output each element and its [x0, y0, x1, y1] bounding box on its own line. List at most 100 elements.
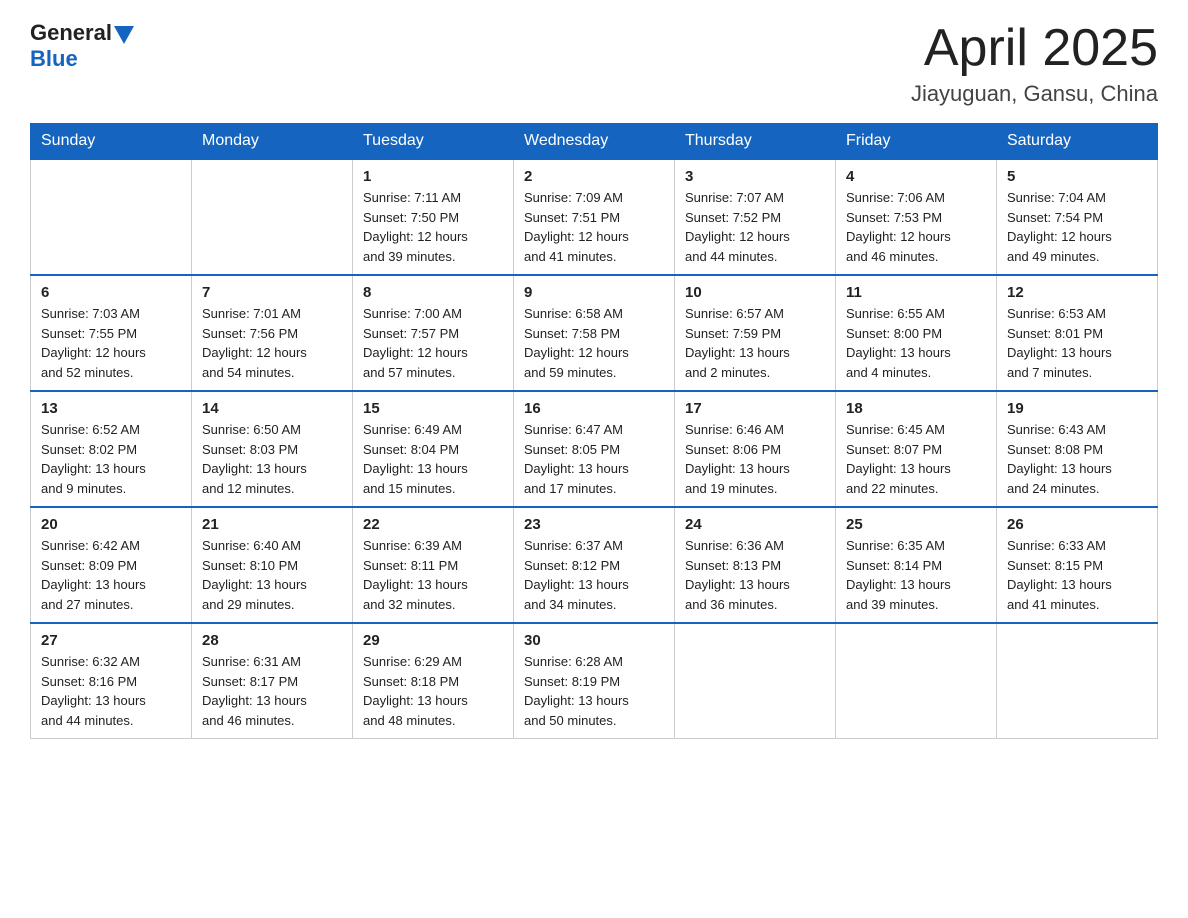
location-title: Jiayuguan, Gansu, China [911, 81, 1158, 107]
day-number: 28 [202, 632, 342, 649]
day-number: 14 [202, 400, 342, 417]
calendar-cell: 22 Sunrise: 6:39 AM Sunset: 8:11 PM Dayli… [353, 507, 514, 623]
day-info: Sunrise: 6:46 AM Sunset: 8:06 PM Dayligh… [685, 420, 825, 498]
calendar-cell [997, 623, 1158, 739]
day-info: Sunrise: 6:47 AM Sunset: 8:05 PM Dayligh… [524, 420, 664, 498]
day-info: Sunrise: 6:39 AM Sunset: 8:11 PM Dayligh… [363, 536, 503, 614]
calendar-table: SundayMondayTuesdayWednesdayThursdayFrid… [30, 123, 1158, 739]
day-info: Sunrise: 6:31 AM Sunset: 8:17 PM Dayligh… [202, 652, 342, 730]
day-info: Sunrise: 6:36 AM Sunset: 8:13 PM Dayligh… [685, 536, 825, 614]
calendar-cell: 30 Sunrise: 6:28 AM Sunset: 8:19 PM Dayli… [514, 623, 675, 739]
calendar-cell [31, 159, 192, 275]
weekday-header-sunday: Sunday [31, 124, 192, 160]
title-area: April 2025 Jiayuguan, Gansu, China [911, 20, 1158, 107]
weekday-header-thursday: Thursday [675, 124, 836, 160]
day-info: Sunrise: 6:52 AM Sunset: 8:02 PM Dayligh… [41, 420, 181, 498]
day-info: Sunrise: 6:28 AM Sunset: 8:19 PM Dayligh… [524, 652, 664, 730]
day-number: 8 [363, 284, 503, 301]
weekday-header-monday: Monday [192, 124, 353, 160]
day-number: 4 [846, 168, 986, 185]
calendar-cell: 1 Sunrise: 7:11 AM Sunset: 7:50 PM Daylig… [353, 159, 514, 275]
day-number: 19 [1007, 400, 1147, 417]
day-info: Sunrise: 6:57 AM Sunset: 7:59 PM Dayligh… [685, 304, 825, 382]
calendar-cell: 28 Sunrise: 6:31 AM Sunset: 8:17 PM Dayli… [192, 623, 353, 739]
day-info: Sunrise: 6:58 AM Sunset: 7:58 PM Dayligh… [524, 304, 664, 382]
logo-blue-text: Blue [30, 46, 134, 72]
day-number: 1 [363, 168, 503, 185]
calendar-cell [675, 623, 836, 739]
day-info: Sunrise: 7:00 AM Sunset: 7:57 PM Dayligh… [363, 304, 503, 382]
calendar-cell: 29 Sunrise: 6:29 AM Sunset: 8:18 PM Dayli… [353, 623, 514, 739]
day-info: Sunrise: 6:32 AM Sunset: 8:16 PM Dayligh… [41, 652, 181, 730]
day-number: 22 [363, 516, 503, 533]
day-info: Sunrise: 6:37 AM Sunset: 8:12 PM Dayligh… [524, 536, 664, 614]
calendar-cell: 2 Sunrise: 7:09 AM Sunset: 7:51 PM Daylig… [514, 159, 675, 275]
day-number: 2 [524, 168, 664, 185]
day-info: Sunrise: 6:42 AM Sunset: 8:09 PM Dayligh… [41, 536, 181, 614]
day-info: Sunrise: 6:35 AM Sunset: 8:14 PM Dayligh… [846, 536, 986, 614]
day-number: 16 [524, 400, 664, 417]
calendar-cell: 15 Sunrise: 6:49 AM Sunset: 8:04 PM Dayli… [353, 391, 514, 507]
day-info: Sunrise: 7:04 AM Sunset: 7:54 PM Dayligh… [1007, 188, 1147, 266]
day-number: 13 [41, 400, 181, 417]
calendar-cell: 8 Sunrise: 7:00 AM Sunset: 7:57 PM Daylig… [353, 275, 514, 391]
calendar-cell [192, 159, 353, 275]
weekday-header-wednesday: Wednesday [514, 124, 675, 160]
calendar-cell: 20Sunrise: 6:42 AM Sunset: 8:09 PM Dayli… [31, 507, 192, 623]
day-number: 9 [524, 284, 664, 301]
day-info: Sunrise: 6:55 AM Sunset: 8:00 PM Dayligh… [846, 304, 986, 382]
day-info: Sunrise: 7:07 AM Sunset: 7:52 PM Dayligh… [685, 188, 825, 266]
day-number: 17 [685, 400, 825, 417]
day-info: Sunrise: 6:53 AM Sunset: 8:01 PM Dayligh… [1007, 304, 1147, 382]
day-number: 27 [41, 632, 181, 649]
calendar-cell: 18Sunrise: 6:45 AM Sunset: 8:07 PM Dayli… [836, 391, 997, 507]
calendar-cell: 25 Sunrise: 6:35 AM Sunset: 8:14 PM Dayli… [836, 507, 997, 623]
day-number: 18 [846, 400, 986, 417]
weekday-header-row: SundayMondayTuesdayWednesdayThursdayFrid… [31, 124, 1158, 160]
day-info: Sunrise: 6:29 AM Sunset: 8:18 PM Dayligh… [363, 652, 503, 730]
calendar-week-row: 13 Sunrise: 6:52 AM Sunset: 8:02 PM Dayli… [31, 391, 1158, 507]
day-number: 29 [363, 632, 503, 649]
calendar-cell: 19 Sunrise: 6:43 AM Sunset: 8:08 PM Dayli… [997, 391, 1158, 507]
calendar-cell: 27 Sunrise: 6:32 AM Sunset: 8:16 PM Dayli… [31, 623, 192, 739]
day-number: 10 [685, 284, 825, 301]
day-info: Sunrise: 7:01 AM Sunset: 7:56 PM Dayligh… [202, 304, 342, 382]
day-info: Sunrise: 7:09 AM Sunset: 7:51 PM Dayligh… [524, 188, 664, 266]
calendar-cell: 17 Sunrise: 6:46 AM Sunset: 8:06 PM Dayli… [675, 391, 836, 507]
day-number: 23 [524, 516, 664, 533]
day-number: 26 [1007, 516, 1147, 533]
weekday-header-friday: Friday [836, 124, 997, 160]
day-info: Sunrise: 6:43 AM Sunset: 8:08 PM Dayligh… [1007, 420, 1147, 498]
logo: General Blue [30, 20, 134, 72]
day-info: Sunrise: 6:49 AM Sunset: 8:04 PM Dayligh… [363, 420, 503, 498]
day-info: Sunrise: 6:33 AM Sunset: 8:15 PM Dayligh… [1007, 536, 1147, 614]
calendar-cell [836, 623, 997, 739]
day-number: 15 [363, 400, 503, 417]
day-number: 25 [846, 516, 986, 533]
calendar-week-row: 1 Sunrise: 7:11 AM Sunset: 7:50 PM Daylig… [31, 159, 1158, 275]
calendar-week-row: 6 Sunrise: 7:03 AM Sunset: 7:55 PM Daylig… [31, 275, 1158, 391]
calendar-cell: 24 Sunrise: 6:36 AM Sunset: 8:13 PM Dayli… [675, 507, 836, 623]
day-info: Sunrise: 7:11 AM Sunset: 7:50 PM Dayligh… [363, 188, 503, 266]
calendar-cell: 16 Sunrise: 6:47 AM Sunset: 8:05 PM Dayli… [514, 391, 675, 507]
calendar-cell: 23 Sunrise: 6:37 AM Sunset: 8:12 PM Dayli… [514, 507, 675, 623]
calendar-week-row: 27 Sunrise: 6:32 AM Sunset: 8:16 PM Dayli… [31, 623, 1158, 739]
day-info: Sunrise: 6:40 AM Sunset: 8:10 PM Dayligh… [202, 536, 342, 614]
day-number: 6 [41, 284, 181, 301]
day-number: 24 [685, 516, 825, 533]
calendar-cell: 7Sunrise: 7:01 AM Sunset: 7:56 PM Daylig… [192, 275, 353, 391]
day-info: Sunrise: 7:03 AM Sunset: 7:55 PM Dayligh… [41, 304, 181, 382]
day-number: 30 [524, 632, 664, 649]
calendar-cell: 6 Sunrise: 7:03 AM Sunset: 7:55 PM Daylig… [31, 275, 192, 391]
calendar-cell: 26 Sunrise: 6:33 AM Sunset: 8:15 PM Dayli… [997, 507, 1158, 623]
calendar-cell: 5 Sunrise: 7:04 AM Sunset: 7:54 PM Daylig… [997, 159, 1158, 275]
day-info: Sunrise: 6:50 AM Sunset: 8:03 PM Dayligh… [202, 420, 342, 498]
logo-general-text: General [30, 20, 112, 46]
month-title: April 2025 [911, 20, 1158, 77]
day-number: 5 [1007, 168, 1147, 185]
day-info: Sunrise: 7:06 AM Sunset: 7:53 PM Dayligh… [846, 188, 986, 266]
weekday-header-saturday: Saturday [997, 124, 1158, 160]
calendar-week-row: 20Sunrise: 6:42 AM Sunset: 8:09 PM Dayli… [31, 507, 1158, 623]
header: General Blue April 2025 Jiayuguan, Gansu… [30, 20, 1158, 107]
day-number: 11 [846, 284, 986, 301]
